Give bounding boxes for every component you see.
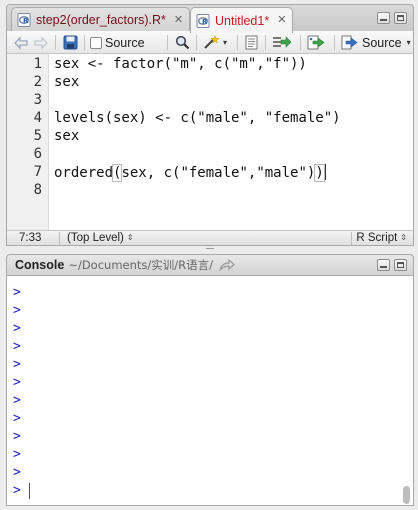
line-number-gutter: 1 2 3 4 5 6 7 8 (7, 54, 49, 230)
source-on-save-label: Source (105, 35, 145, 50)
console-prompt: > (13, 285, 21, 300)
source-pane: R step2(order_factors).R* ✕ R Untitled1*… (6, 4, 414, 246)
console-prompt: > (13, 339, 21, 354)
r-file-icon: R (196, 13, 210, 28)
console-window-buttons (377, 259, 407, 271)
r-file-icon: R (17, 13, 31, 27)
back-arrow-icon[interactable] (13, 34, 29, 51)
console-cursor (29, 483, 30, 499)
line-number: 5 (33, 128, 42, 144)
console-header: Console ~/Documents/实训/R语言/ (6, 254, 414, 276)
close-icon[interactable]: ✕ (277, 15, 286, 26)
code-line[interactable]: sex <- factor("m", c("m","f")) (54, 56, 307, 72)
forward-arrow-icon[interactable] (33, 34, 49, 51)
console-title: Console (15, 258, 65, 272)
tab-step2-order-factors[interactable]: R step2(order_factors).R* ✕ (11, 7, 191, 32)
magnifier-icon[interactable] (175, 34, 190, 51)
source-button[interactable]: Source ▾ (341, 34, 411, 51)
code-line[interactable]: sex (54, 128, 79, 144)
svg-text:R: R (202, 18, 208, 26)
line-number: 3 (33, 92, 42, 108)
splitter-grip-icon[interactable] (206, 245, 214, 249)
console-prompt: > (13, 465, 21, 480)
line-number: 8 (33, 182, 42, 198)
line-number: 1 (33, 56, 42, 72)
editor-toolbar: Source ▾ Source ▾ (6, 31, 414, 54)
console-prompt: > (13, 303, 21, 318)
save-icon[interactable] (63, 34, 78, 51)
tab-label: Untitled1* (215, 13, 270, 28)
code-line[interactable]: sex (54, 74, 79, 90)
source-arrow-icon (341, 35, 358, 50)
tab-untitled1[interactable]: R Untitled1* ✕ (190, 7, 294, 33)
console-prompt: > (13, 393, 21, 408)
line-number: 7 (33, 164, 42, 180)
chevron-down-icon: ▾ (223, 38, 228, 47)
console-prompt: > (13, 429, 21, 444)
code-line[interactable]: levels(sex) <- c("male", "female") (54, 110, 341, 126)
line-number: 2 (33, 74, 42, 90)
matched-paren: ) (314, 164, 325, 182)
tab-label: step2(order_factors).R* (36, 13, 166, 27)
code-line-current[interactable]: ordered(sex, c("female","male")) (54, 164, 326, 182)
notes-icon[interactable] (244, 34, 259, 51)
magic-wand-icon[interactable]: ▾ (203, 34, 227, 51)
goto-dir-icon[interactable] (218, 258, 235, 273)
editor-tab-bar: R step2(order_factors).R* ✕ R Untitled1*… (6, 4, 414, 33)
console-pane: Console ~/Documents/实训/R语言/ > > > > > > … (6, 254, 414, 506)
pane-window-buttons (377, 12, 407, 24)
console-prompt: > (13, 321, 21, 336)
line-number: 6 (33, 146, 42, 162)
code-token: ordered (54, 165, 114, 181)
console-prompt: > (13, 375, 21, 390)
close-icon[interactable]: ✕ (174, 14, 183, 26)
code-token: sex, c("female","male") (121, 165, 316, 181)
svg-text:R: R (23, 17, 29, 25)
rerun-icon[interactable] (307, 34, 327, 51)
source-button-label: Source (362, 35, 402, 50)
working-directory: ~/Documents/实训/R语言/ (68, 258, 214, 272)
updown-icon: ⇕ (126, 233, 134, 242)
checkbox-icon[interactable] (90, 36, 102, 49)
minimize-icon[interactable] (377, 259, 390, 271)
pane-splitter[interactable] (0, 242, 418, 252)
code-editor[interactable]: 1 2 3 4 5 6 7 8 sex <- factor("m", c("m"… (6, 54, 414, 230)
maximize-icon[interactable] (394, 12, 407, 24)
console-prompt: > (13, 357, 21, 372)
chevron-down-icon: ▾ (406, 38, 411, 47)
maximize-icon[interactable] (394, 259, 407, 271)
run-line-icon[interactable] (272, 34, 292, 51)
minimize-icon[interactable] (377, 12, 390, 24)
console-scrollbar[interactable] (403, 486, 410, 504)
line-number: 4 (33, 110, 42, 126)
updown-icon: ⇕ (400, 233, 407, 242)
text-cursor (324, 164, 326, 180)
console-prompt: > (13, 411, 21, 426)
console-prompt-active[interactable]: > (13, 483, 21, 498)
console-output[interactable]: > > > > > > > > > > > > (6, 276, 414, 506)
console-prompt: > (13, 447, 21, 462)
source-on-save-toggle[interactable]: Source (90, 34, 145, 51)
